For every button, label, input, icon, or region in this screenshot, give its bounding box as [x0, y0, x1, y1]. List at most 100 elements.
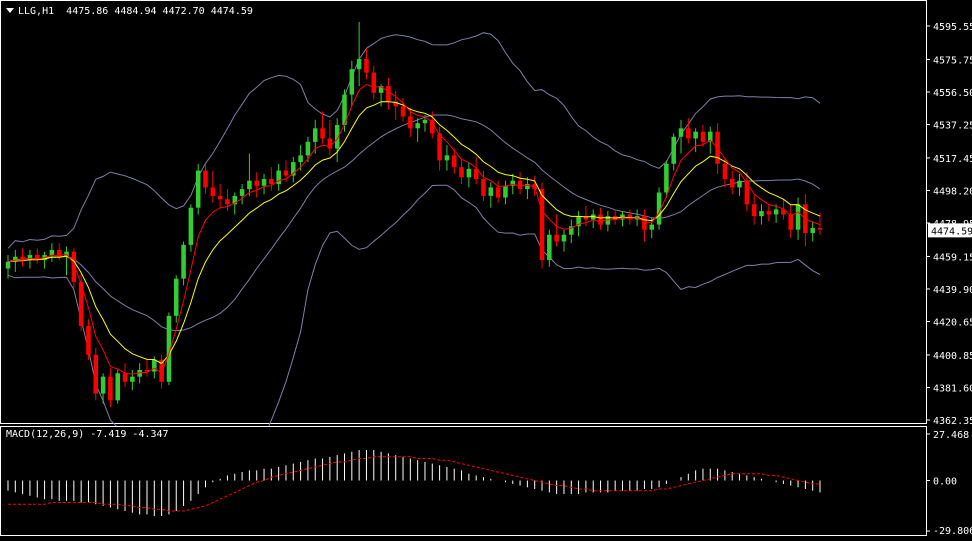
candle-body [678, 128, 684, 137]
bear-candle [269, 167, 274, 191]
bear-candle [751, 194, 757, 225]
slow-ma-line [7, 101, 821, 365]
candle-body [722, 163, 728, 179]
bull-candle [503, 180, 508, 205]
price-chart-canvas[interactable]: 4595.55 4575.75 4556.50 4537.25 4517.45 4498.… [0, 0, 972, 487]
price-tick-label: 4362.35 [933, 416, 972, 426]
bull-candle [115, 369, 120, 404]
candle-body [225, 199, 230, 205]
bear-candle [203, 163, 208, 195]
bear-candle [210, 170, 216, 203]
candle-body [320, 128, 325, 139]
bear-candle [364, 48, 369, 80]
candle-body [108, 376, 113, 401]
candle-body [686, 128, 691, 139]
bollinger-lower-line [7, 184, 821, 487]
low-value: 4472.70 [162, 6, 205, 17]
candle-body [93, 354, 99, 394]
price-chart-panel[interactable]: 4595.55 4575.75 4556.50 4537.25 4517.45 4498.… [0, 0, 972, 487]
bull-candle [444, 145, 450, 171]
bull-candle [810, 221, 815, 242]
collapse-triangle-icon[interactable] [6, 8, 14, 13]
bull-candle [100, 373, 106, 404]
price-tick-label: 4595.55 [933, 22, 972, 33]
bull-candle [195, 163, 201, 215]
candle-body [810, 227, 815, 234]
bull-candle [605, 211, 611, 232]
candle-body [561, 234, 567, 242]
current-price-label: 4474.59 [931, 226, 972, 237]
bull-candle [349, 60, 355, 107]
macd-panel[interactable]: 27.468 0.00 -29.806 MACD(12,26,9) -7.419 -… [0, 426, 972, 537]
candle-body [495, 187, 501, 198]
bull-candle [276, 163, 281, 191]
bull-candle [173, 275, 179, 323]
macd-tick-label: 27.468 [933, 430, 969, 441]
candle-body [247, 180, 252, 190]
candle-body [371, 72, 377, 93]
candle-body [188, 207, 194, 245]
price-tick-label: 4381.60 [933, 383, 972, 394]
bull-candle [525, 177, 530, 200]
candle-body [481, 178, 486, 196]
price-tick-label: 4556.50 [933, 88, 972, 99]
high-value: 4484.94 [114, 6, 157, 17]
bear-candle [744, 172, 750, 212]
candle-body [298, 155, 303, 163]
candle-body [349, 69, 355, 95]
candle-body [788, 214, 794, 230]
bear-candle [642, 209, 647, 242]
candle-body [437, 133, 442, 161]
candle-body [664, 163, 669, 193]
bollinger-upper-line [7, 32, 821, 249]
bear-candle [34, 248, 40, 264]
candle-body [554, 234, 559, 242]
bear-candle [386, 77, 391, 110]
macd-signal-path [8, 456, 820, 512]
candle-body [152, 359, 157, 372]
open-value: 4475.86 [66, 6, 109, 17]
candle-body [283, 170, 289, 176]
bear-candle [517, 172, 523, 195]
candle-body [773, 209, 779, 215]
macd-axis: 27.468 0.00 -29.806 [926, 430, 972, 537]
bull-candle [181, 241, 186, 286]
bear-candle [20, 248, 25, 267]
bear-candle [371, 65, 377, 100]
price-tick-label: 4459.15 [933, 252, 972, 263]
bull-candle [291, 157, 296, 183]
candle-body [444, 155, 450, 161]
price-tick-label: 4400.85 [933, 351, 972, 362]
chart-header: LLG,H1 4475.86 4484.94 4472.70 4474.59 [6, 6, 253, 17]
bull-candle [239, 184, 245, 205]
bear-candle [459, 158, 464, 185]
candle-body [415, 123, 420, 129]
candle-body [254, 180, 259, 186]
bull-candle [42, 251, 47, 269]
candle-body [49, 249, 55, 256]
bear-candle [554, 214, 559, 247]
bear-candle [93, 347, 99, 401]
bull-candle [569, 219, 574, 244]
symbol-label: LLG,H1 [18, 6, 55, 17]
bollinger-middle-line [7, 114, 821, 332]
bull-candle [64, 246, 69, 276]
candle-body [195, 170, 201, 208]
candle-body [751, 204, 757, 217]
candle-body [364, 59, 369, 73]
candle-body [327, 138, 333, 149]
candle-body [356, 59, 362, 70]
candle-body [700, 131, 706, 142]
candle-body [598, 214, 603, 225]
macd-canvas[interactable]: 27.468 0.00 -29.806 [0, 426, 972, 537]
candle-body [130, 376, 135, 382]
bull-candle [693, 128, 698, 152]
candle-body [400, 106, 406, 117]
candle-body [671, 136, 676, 164]
bear-candle [803, 194, 808, 247]
bull-candle [590, 209, 596, 228]
candle-body [817, 227, 823, 230]
bear-candle [86, 319, 91, 360]
candle-body [649, 224, 655, 230]
bear-candle [108, 368, 113, 408]
